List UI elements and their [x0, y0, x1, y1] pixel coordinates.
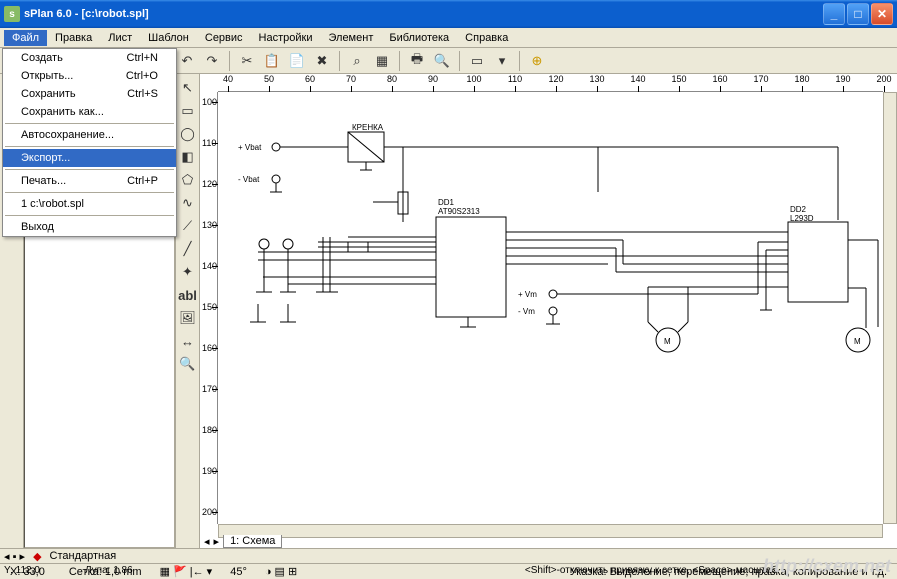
- drawing-tool-strip: ↖ ▭ ◯ ◧ ⬠ ∿ ⟋ ╱ ✦ abl 🖼 ↔ 🔍: [176, 74, 200, 548]
- paste-icon[interactable]: 📄: [286, 50, 308, 72]
- app-icon: s: [4, 6, 20, 22]
- lib-tab[interactable]: Стандартная: [50, 550, 117, 562]
- menuitem-Выход[interactable]: Выход: [3, 218, 176, 236]
- grid-icon[interactable]: ▦: [371, 50, 393, 72]
- minimize-button[interactable]: _: [823, 3, 845, 25]
- redo-icon[interactable]: ↷: [201, 50, 223, 72]
- menuitem-Печать...[interactable]: Печать...Ctrl+P: [3, 172, 176, 190]
- label-krena: КРЕНКА: [352, 123, 384, 132]
- pointer-icon[interactable]: ↖: [178, 78, 198, 98]
- menu-Правка[interactable]: Правка: [47, 30, 100, 46]
- zoom-fit-icon[interactable]: ⌕: [346, 50, 368, 72]
- sheet-tabs: ◂▸ 1: Схема: [200, 534, 282, 548]
- menuitem-1 c:\robot.spl[interactable]: 1 c:\robot.spl: [3, 195, 176, 213]
- menu-Сервис[interactable]: Сервис: [197, 30, 251, 46]
- delete-icon[interactable]: ✖: [311, 50, 333, 72]
- layers-icon[interactable]: ▭: [466, 50, 488, 72]
- label-vbat-plus: + Vbat: [238, 143, 262, 152]
- close-button[interactable]: ✕: [871, 3, 893, 25]
- status-y: Y: 112,0: [4, 565, 40, 576]
- menuitem-Автосохранение...[interactable]: Автосохранение...: [3, 126, 176, 144]
- paper[interactable]: + Vbat - Vbat КРЕНКА DD1 AT90S2313: [218, 92, 883, 524]
- window-title: sPlan 6.0 - [c:\robot.spl]: [24, 8, 149, 20]
- drawing-canvas[interactable]: 4050607080901001101201301401501601701801…: [200, 74, 897, 548]
- poly-icon[interactable]: ⬠: [178, 170, 198, 190]
- vertical-ruler: 100110120130140150160170180190200210: [200, 92, 218, 524]
- menuitem-Создать[interactable]: СоздатьCtrl+N: [3, 49, 176, 67]
- label-dd1: DD1: [438, 198, 455, 207]
- menu-Настройки[interactable]: Настройки: [251, 30, 321, 46]
- vertical-scrollbar[interactable]: [883, 92, 897, 524]
- sheet-tab-1[interactable]: 1: Схема: [223, 535, 282, 548]
- horizontal-ruler: 4050607080901001101201301401501601701801…: [218, 74, 883, 92]
- status-lupa: Лупа: 1,86: [85, 565, 133, 576]
- text-icon[interactable]: abl: [178, 285, 198, 305]
- label-motor1: M: [664, 337, 671, 346]
- print-icon[interactable]: 🖶: [406, 50, 428, 72]
- menubar: ФайлПравкаЛистШаблонСервисНастройкиЭлеме…: [0, 28, 897, 48]
- menu-Файл[interactable]: Файл: [4, 30, 47, 46]
- maximize-button[interactable]: □: [847, 3, 869, 25]
- file-menu: СоздатьCtrl+NОткрыть...Ctrl+OСохранитьCt…: [2, 48, 177, 237]
- status-angle: 45°: [224, 566, 253, 578]
- statusbar: ◂ ▪ ▸◆ Стандартная X: 33,0 Сетка: 1,0 mm…: [0, 548, 897, 579]
- label-vm-plus: + Vm: [518, 290, 537, 299]
- menuitem-Экспорт...[interactable]: Экспорт...: [3, 149, 176, 167]
- menu-Лист[interactable]: Лист: [100, 30, 140, 46]
- circle-icon[interactable]: ◯: [178, 124, 198, 144]
- dropdown-icon[interactable]: ▾: [491, 50, 513, 72]
- menu-Справка[interactable]: Справка: [457, 30, 516, 46]
- menu-Элемент[interactable]: Элемент: [320, 30, 381, 46]
- schematic-svg: + Vbat - Vbat КРЕНКА DD1 AT90S2313: [218, 92, 883, 524]
- label-dd1-part: AT90S2313: [438, 207, 480, 216]
- titlebar: s sPlan 6.0 - [c:\robot.spl] _ □ ✕: [0, 0, 897, 28]
- help-icon[interactable]: ⊕: [526, 50, 548, 72]
- label-vbat-minus: - Vbat: [238, 175, 260, 184]
- label-dd2: DD2: [790, 205, 807, 214]
- rect-icon[interactable]: ▭: [178, 101, 198, 121]
- canvas-area: ↖ ▭ ◯ ◧ ⬠ ∿ ⟋ ╱ ✦ abl 🖼 ↔ 🔍 405060708090…: [176, 74, 897, 548]
- zoom-icon[interactable]: 🔍: [178, 354, 198, 374]
- copy2-icon[interactable]: 📋: [261, 50, 283, 72]
- image-icon[interactable]: 🖼: [178, 308, 198, 328]
- status-hint2: <Shift>-отключить привязку к сетке, <Spa…: [525, 565, 777, 576]
- menuitem-Сохранить[interactable]: СохранитьCtrl+S: [3, 85, 176, 103]
- menuitem-Сохранить как...[interactable]: Сохранить как...: [3, 103, 176, 121]
- menu-Шаблон[interactable]: Шаблон: [140, 30, 197, 46]
- line-icon[interactable]: ╱: [178, 239, 198, 259]
- undo-icon[interactable]: ↶: [176, 50, 198, 72]
- node-icon[interactable]: ✦: [178, 262, 198, 282]
- menuitem-Открыть...[interactable]: Открыть...Ctrl+O: [3, 67, 176, 85]
- curve-icon[interactable]: ∿: [178, 193, 198, 213]
- label-vm-minus: - Vm: [518, 307, 535, 316]
- cut-icon[interactable]: ✂: [236, 50, 258, 72]
- label-motor2: M: [854, 337, 861, 346]
- horizontal-scrollbar[interactable]: [218, 524, 883, 538]
- menu-Библиотека[interactable]: Библиотека: [381, 30, 457, 46]
- find-icon[interactable]: 🔍: [431, 50, 453, 72]
- bezier-icon[interactable]: ⟋: [178, 216, 198, 236]
- dimension-icon[interactable]: ↔: [178, 331, 198, 351]
- fill-icon[interactable]: ◧: [178, 147, 198, 167]
